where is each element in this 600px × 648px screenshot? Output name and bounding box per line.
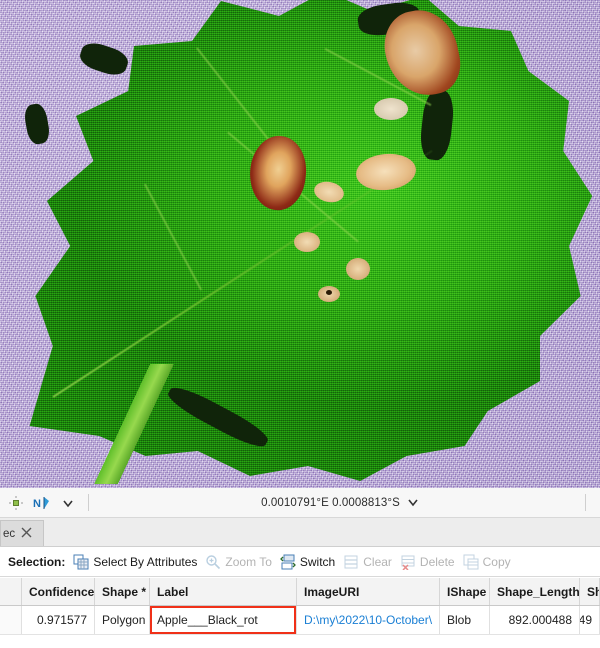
coordinate-text: 0.0010791°E 0.0008813°S: [261, 496, 400, 509]
coordinate-chevron-down-icon[interactable]: [407, 496, 419, 510]
cell-imageuri-link[interactable]: D:\my\2022\10-October\: [304, 613, 432, 627]
status-right-divider: [585, 494, 586, 511]
switch-selection-icon: [279, 554, 296, 570]
cell-imageuri[interactable]: D:\my\2022\10-October\: [297, 606, 440, 634]
map-image-view[interactable]: [0, 0, 600, 488]
cell-label[interactable]: Apple___Black_rot: [150, 606, 297, 634]
cell-confidence[interactable]: 0.971577: [22, 606, 95, 634]
copy-button[interactable]: Copy: [461, 550, 517, 574]
select-by-attributes-label: Select By Attributes: [93, 554, 198, 569]
selection-label: Selection:: [8, 554, 66, 569]
column-header-shape[interactable]: Shape *: [95, 578, 150, 605]
status-tools-chevron-down-icon[interactable]: [56, 492, 80, 514]
tab-attribute-table[interactable]: ec: [0, 520, 44, 546]
cell-ishape[interactable]: Blob: [440, 606, 490, 634]
cell-shape[interactable]: Polygon: [95, 606, 150, 634]
table-header-row: Confidence Shape * Label ImageURI IShape…: [0, 578, 600, 606]
switch-selection-button[interactable]: Switch: [278, 550, 341, 574]
column-header-label[interactable]: Label: [150, 578, 297, 605]
tab-label: ec: [3, 527, 16, 540]
leaf-edge-dark-1: [77, 39, 131, 79]
north-arrow-icon[interactable]: N: [30, 492, 54, 514]
delete-selection-button[interactable]: Delete: [398, 550, 461, 574]
copy-label: Copy: [482, 554, 511, 569]
selection-toolbar: Selection: Select By Attributes Zoom To: [0, 547, 600, 577]
leaf-graphic: [14, 0, 598, 486]
attribute-table: Confidence Shape * Label ImageURI IShape…: [0, 578, 600, 648]
switch-selection-label: Switch: [299, 554, 336, 569]
zoom-to-label: Zoom To: [225, 554, 272, 569]
status-divider: [88, 494, 89, 511]
select-by-attributes-icon: [73, 554, 89, 570]
leaf-stem: [14, 364, 254, 484]
column-header-ishape[interactable]: IShape: [440, 578, 490, 605]
copy-icon: [463, 554, 479, 570]
delete-selection-icon: [400, 554, 416, 571]
status-bar-tools: N: [0, 492, 95, 514]
map-coordinates[interactable]: 0.0010791°E 0.0008813°S: [95, 496, 585, 510]
zoom-to-button[interactable]: Zoom To: [203, 550, 277, 574]
cell-shape-area[interactable]: -49: [580, 606, 600, 634]
lesion-pinpoint: [326, 290, 332, 295]
close-icon[interactable]: [21, 527, 32, 540]
table-row[interactable]: 0.971577 Polygon Apple___Black_rot D:\my…: [0, 606, 600, 635]
cell-label-text: Apple___Black_rot: [157, 613, 258, 627]
column-header-gutter[interactable]: [0, 578, 22, 605]
lesion-pale-left: [374, 98, 408, 120]
clear-selection-icon: [343, 554, 359, 570]
svg-text:N: N: [33, 498, 41, 510]
delete-selection-label: Delete: [419, 554, 455, 569]
zoom-to-icon: [205, 554, 221, 570]
cell-shape-length[interactable]: 892.000488: [490, 606, 580, 634]
column-header-shape-area[interactable]: Sh: [580, 578, 600, 605]
column-header-confidence[interactable]: Confidence: [22, 578, 95, 605]
column-header-shape-length[interactable]: Shape_Length: [490, 578, 580, 605]
map-status-bar: N 0.0010791°E 0.0008813°S: [0, 488, 600, 518]
clear-selection-label: Clear: [363, 554, 392, 569]
select-by-attributes-button[interactable]: Select By Attributes: [71, 550, 203, 574]
application-window: N 0.0010791°E 0.0008813°S ec Selection: …: [0, 0, 600, 648]
lesion-small-2: [294, 232, 320, 252]
clear-selection-button[interactable]: Clear: [341, 550, 398, 574]
leaf-edge-dark-5: [22, 102, 52, 146]
lesion-small-3: [346, 258, 370, 280]
row-selector-cell[interactable]: [0, 606, 22, 634]
crosshair-icon[interactable]: [4, 492, 28, 514]
table-tab-strip: ec: [0, 518, 600, 547]
column-header-imageuri[interactable]: ImageURI: [297, 578, 440, 605]
